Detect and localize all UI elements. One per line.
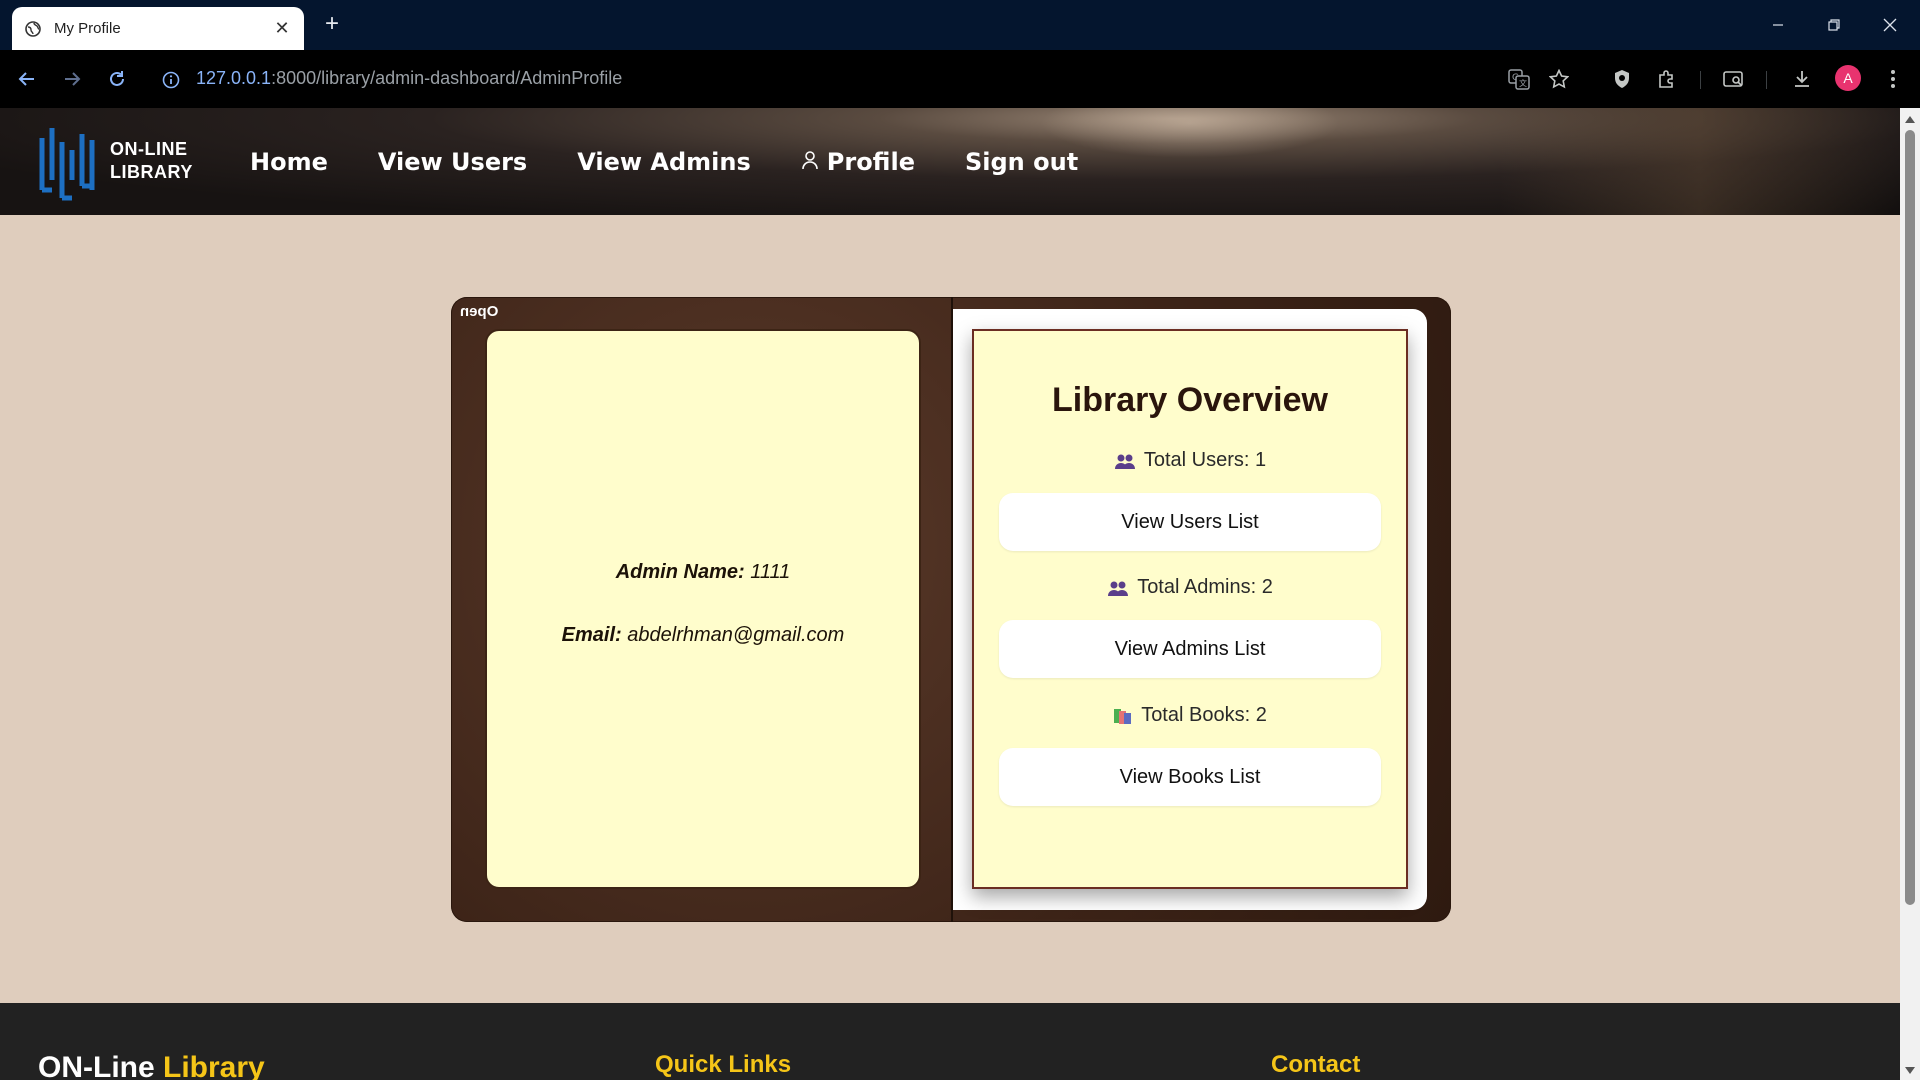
total-admins-stat: Total Admins: 2 (974, 576, 1406, 599)
nav-view-users[interactable]: View Users (378, 148, 527, 176)
window-close-icon[interactable] (1862, 0, 1918, 50)
globe-icon (24, 20, 42, 38)
total-admins-text: Total Admins: 2 (1137, 576, 1273, 598)
footer-brand-part1: ON-Line (38, 1051, 163, 1080)
browser-tab-bar: My Profile ✕ + (0, 0, 1920, 50)
nav-profile[interactable]: Profile (801, 148, 915, 176)
book-open-label[interactable]: Open (460, 303, 498, 320)
logo-line-2: LIBRARY (110, 162, 193, 182)
nav-sign-out[interactable]: Sign out (965, 148, 1078, 176)
email-label: Email: (561, 624, 622, 646)
kebab-menu-icon[interactable] (1878, 64, 1908, 94)
download-icon[interactable] (1787, 64, 1817, 94)
email-value: abdelrhman@gmail.com (627, 624, 845, 646)
reload-icon[interactable] (102, 64, 132, 94)
admin-name-row: Admin Name: 1111 (487, 561, 919, 584)
nav-profile-label: Profile (826, 148, 915, 176)
toolbar-divider (1700, 71, 1701, 89)
main-nav: Home View Users View Admins Profile Sign… (250, 148, 1128, 176)
url-path: :8000/library/admin-dashboard/AdminProfi… (271, 68, 623, 88)
page-scrollbar[interactable] (1900, 108, 1920, 1080)
user-icon (801, 148, 819, 176)
minimize-icon[interactable] (1750, 0, 1806, 50)
admin-profile-page: Admin Name: 1111 Email: abdelrhman@gmail… (485, 329, 921, 889)
puzzle-extensions-icon[interactable] (1652, 64, 1682, 94)
star-bookmark-icon[interactable] (1544, 64, 1574, 94)
view-books-list-button[interactable]: View Books List (999, 748, 1381, 806)
site-footer: ON-Line Library Quick Links Contact (0, 1003, 1900, 1080)
profile-avatar[interactable]: A (1835, 65, 1861, 91)
view-admins-list-button[interactable]: View Admins List (999, 620, 1381, 678)
footer-quick-links-heading: Quick Links (655, 1051, 792, 1078)
total-users-stat: Total Users: 1 (974, 449, 1406, 472)
footer-brand: ON-Line Library (38, 1051, 265, 1080)
url-field[interactable]: 127.0.0.1:8000/library/admin-dashboard/A… (196, 68, 622, 89)
admins-icon (1107, 580, 1129, 596)
tab-close-icon[interactable]: ✕ (272, 18, 292, 39)
total-books-stat: Total Books: 2 (974, 704, 1406, 727)
admin-name-label: Admin Name: (615, 561, 745, 583)
tab-title: My Profile (54, 20, 121, 37)
shield-extension-icon[interactable] (1607, 64, 1637, 94)
scroll-thumb[interactable] (1905, 130, 1915, 905)
total-books-text: Total Books: 2 (1141, 704, 1267, 726)
forward-arrow-icon[interactable] (57, 64, 87, 94)
svg-text:文: 文 (1519, 78, 1527, 88)
toolbar-divider (1766, 71, 1767, 89)
tab-search-icon[interactable] (1719, 64, 1749, 94)
site-info-icon[interactable] (158, 67, 184, 93)
address-bar: 127.0.0.1:8000/library/admin-dashboard/A… (0, 50, 1920, 108)
email-row: Email: abdelrhman@gmail.com (487, 624, 919, 647)
books-icon (1113, 707, 1133, 725)
library-overview-page: Library Overview Total Users: 1 View Use… (972, 329, 1408, 889)
scroll-down-arrow-icon[interactable] (1905, 1067, 1915, 1074)
restore-icon[interactable] (1806, 0, 1862, 50)
logo-line-1: ON-LINE (110, 139, 188, 159)
total-users-text: Total Users: 1 (1143, 449, 1267, 471)
admin-name-value: 1111 (750, 561, 791, 583)
view-users-list-button[interactable]: View Users List (999, 493, 1381, 551)
url-host: 127.0.0.1 (196, 68, 272, 88)
logo-text: ON-LINE LIBRARY (110, 138, 193, 184)
overview-title: Library Overview (1052, 381, 1328, 419)
new-tab-icon[interactable]: + (318, 10, 346, 38)
browser-tab[interactable]: My Profile ✕ (12, 7, 304, 50)
nav-home[interactable]: Home (250, 148, 328, 176)
profile-book: Open Admin Name: 1111 Email: abdelrhman@… (451, 297, 1451, 922)
scroll-up-arrow-icon[interactable] (1905, 116, 1915, 123)
translate-icon[interactable]: G文 (1504, 64, 1534, 94)
footer-contact-heading: Contact (1271, 1051, 1361, 1078)
back-arrow-icon[interactable] (12, 64, 42, 94)
users-icon (1114, 453, 1136, 469)
site-logo[interactable]: ON-LINE LIBRARY (38, 120, 192, 202)
site-header: ON-LINE LIBRARY Home View Users View Adm… (0, 108, 1900, 215)
library-logo-icon (39, 128, 95, 201)
footer-brand-part2: Library (163, 1051, 265, 1080)
nav-view-admins[interactable]: View Admins (577, 148, 751, 176)
